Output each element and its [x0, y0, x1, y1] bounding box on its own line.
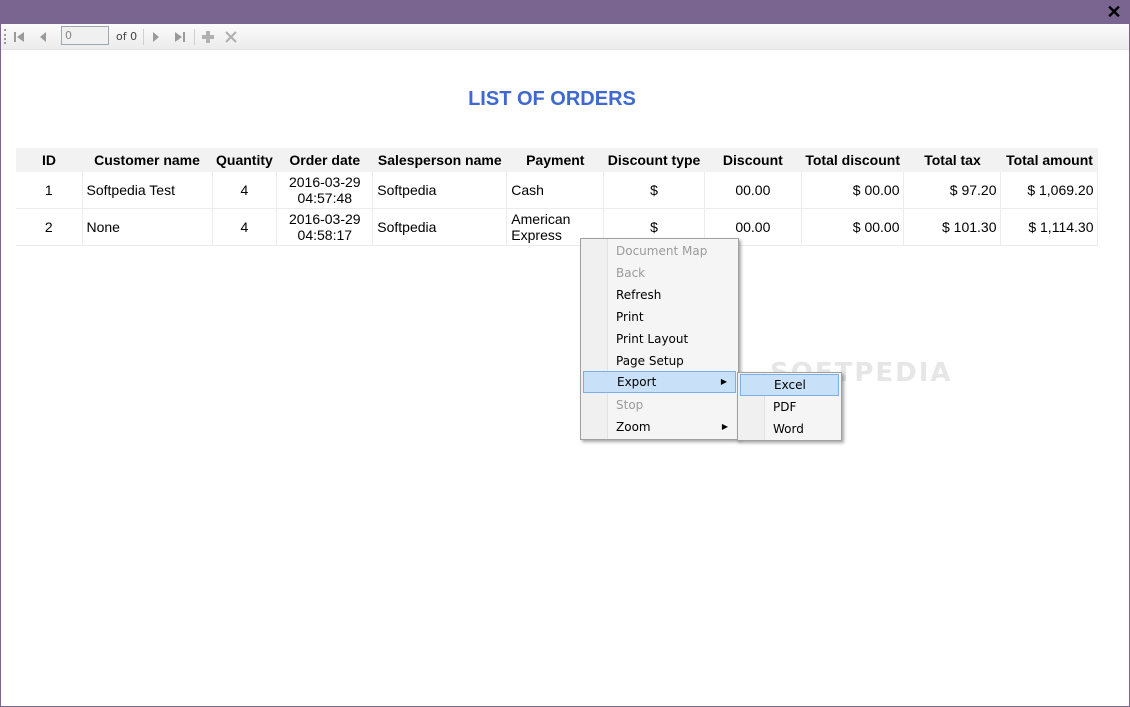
menu-item-export[interactable]: Export ▶: [583, 371, 736, 393]
context-menu: Document Map Back Refresh Print Print La…: [580, 238, 739, 440]
order-date: 2016-03-29: [288, 211, 361, 227]
order-date: 2016-03-29: [288, 174, 361, 190]
first-page-icon[interactable]: [11, 24, 27, 49]
cell-payment: Cash: [506, 172, 605, 209]
table-header-row: ID Customer name Quantity Order date Sal…: [16, 148, 1098, 172]
cell-discount: 00.00: [704, 172, 802, 209]
column-header: Customer name: [82, 148, 212, 172]
previous-page-icon[interactable]: [35, 24, 51, 49]
x-icon[interactable]: [223, 24, 239, 49]
title-bar: ✕: [0, 0, 1130, 24]
next-page-icon[interactable]: [148, 24, 164, 49]
cell-customer: Softpedia Test: [82, 172, 213, 209]
cell-id: 1: [16, 172, 83, 209]
page-count-label: of 0: [116, 30, 138, 43]
cell-total-amount: $ 1,069.20: [1000, 172, 1099, 209]
menu-item-back[interactable]: Back: [583, 262, 736, 284]
cell-order-date: 2016-03-29 04:58:17: [276, 208, 374, 246]
cell-customer: None: [82, 208, 213, 246]
cell-discount-type: $: [603, 172, 705, 209]
toolbar: 0 of 0: [1, 24, 1129, 50]
column-header: Total tax: [903, 148, 1001, 172]
cell-total-tax: $ 97.20: [903, 172, 1002, 209]
close-icon[interactable]: ✕: [1104, 2, 1124, 22]
last-page-icon[interactable]: [172, 24, 188, 49]
export-submenu: Excel PDF Word: [737, 372, 842, 441]
table-row: 2 None 4 2016-03-29 04:58:17 Softpedia Am…: [16, 208, 1099, 246]
cell-order-date: 2016-03-29 04:57:48: [276, 172, 374, 209]
cell-total-amount: $ 1,114.30: [1000, 208, 1099, 246]
submenu-arrow-icon: ▶: [721, 422, 728, 431]
column-header: Total discount: [801, 148, 904, 172]
orders-table: ID Customer name Quantity Order date Sal…: [16, 148, 1099, 246]
column-header: Total amount: [1000, 148, 1098, 172]
submenu-arrow-icon: ▶: [720, 377, 727, 386]
cell-quantity: 4: [212, 208, 278, 246]
payment-line: Cash: [511, 182, 544, 198]
payment-line: Express: [511, 227, 562, 243]
column-header: Discount type: [603, 148, 705, 172]
table-row: 1 Softpedia Test 4 2016-03-29 04:57:48 So…: [16, 172, 1099, 209]
cell-total-discount: $ 00.00: [801, 208, 905, 246]
toolbar-separator: [143, 29, 144, 45]
column-header: Salesperson name: [372, 148, 507, 172]
menu-item-page-setup[interactable]: Page Setup: [583, 350, 736, 372]
toolbar-separator: [194, 29, 195, 45]
order-time: 04:57:48: [297, 190, 353, 206]
plus-icon[interactable]: [200, 24, 216, 49]
cell-id: 2: [16, 208, 83, 246]
column-header: Discount: [704, 148, 802, 172]
column-header: ID: [16, 148, 82, 172]
submenu-item-pdf[interactable]: PDF: [740, 396, 839, 418]
column-header: Quantity: [212, 148, 277, 172]
menu-item-print-layout[interactable]: Print Layout: [583, 328, 736, 350]
menu-item-zoom[interactable]: Zoom ▶: [583, 416, 736, 438]
menu-item-document-map[interactable]: Document Map: [583, 240, 736, 262]
column-header: Order date: [276, 148, 373, 172]
report-title: LIST OF ORDERS: [468, 88, 636, 110]
order-time: 04:58:17: [297, 227, 353, 243]
cell-total-tax: $ 101.30: [903, 208, 1002, 246]
menu-item-export-label: Export: [617, 375, 657, 389]
column-header: Payment: [506, 148, 604, 172]
cell-total-discount: $ 00.00: [801, 172, 905, 209]
cell-quantity: 4: [212, 172, 278, 209]
submenu-item-excel[interactable]: Excel: [740, 374, 839, 396]
page-number-input[interactable]: 0: [61, 26, 109, 45]
toolbar-grip[interactable]: [4, 29, 8, 44]
cell-salesperson: Softpedia: [372, 172, 508, 209]
cell-salesperson: Softpedia: [372, 208, 508, 246]
menu-item-refresh[interactable]: Refresh: [583, 284, 736, 306]
payment-line: American: [511, 211, 571, 227]
menu-item-zoom-label: Zoom: [616, 420, 651, 434]
submenu-item-word[interactable]: Word: [740, 418, 839, 440]
menu-item-stop[interactable]: Stop: [583, 394, 736, 416]
menu-item-print[interactable]: Print: [583, 306, 736, 328]
